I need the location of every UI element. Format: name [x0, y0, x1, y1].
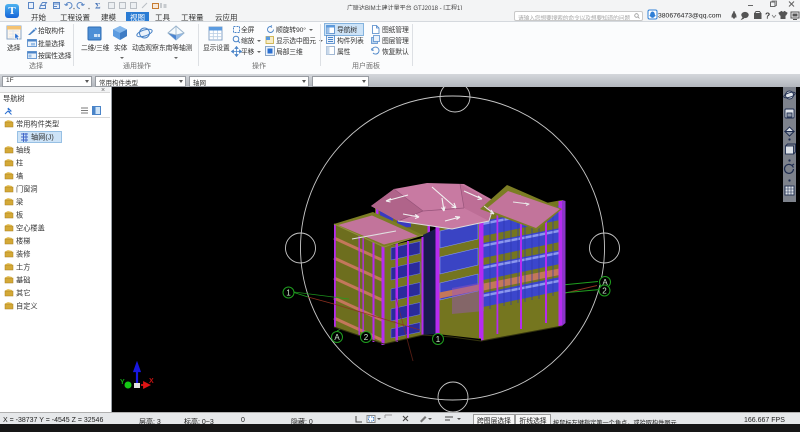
svg-text:2: 2	[602, 287, 607, 296]
svg-text:土方: 土方	[16, 263, 30, 272]
svg-text:空心楼盖: 空心楼盖	[16, 224, 45, 233]
svg-text:380676473@qq.com: 380676473@qq.com	[658, 13, 722, 20]
svg-text:1: 1	[436, 335, 441, 344]
svg-text:Y: Y	[120, 379, 125, 386]
svg-text:1: 1	[286, 289, 291, 298]
svg-text:A: A	[334, 333, 340, 342]
svg-text:板: 板	[16, 211, 23, 220]
svg-text:自定义: 自定义	[16, 302, 38, 311]
svg-text:常用构件类型: 常用构件类型	[16, 120, 59, 129]
svg-text:装修: 装修	[16, 250, 30, 259]
svg-text:Σ: Σ	[95, 1, 101, 10]
svg-text:基础: 基础	[16, 276, 30, 285]
svg-text:柱: 柱	[16, 159, 23, 168]
svg-text:X: X	[149, 378, 154, 385]
svg-text:楼梯: 楼梯	[16, 237, 30, 246]
svg-text:梁: 梁	[16, 198, 23, 207]
svg-text:?: ?	[765, 11, 770, 21]
svg-text:其它: 其它	[16, 289, 30, 298]
svg-text:墙: 墙	[16, 172, 23, 181]
svg-text:轴线: 轴线	[16, 146, 30, 155]
svg-text:轴网(J): 轴网(J)	[31, 133, 54, 142]
svg-text:门窗洞: 门窗洞	[16, 185, 38, 194]
svg-text:2: 2	[364, 333, 369, 342]
